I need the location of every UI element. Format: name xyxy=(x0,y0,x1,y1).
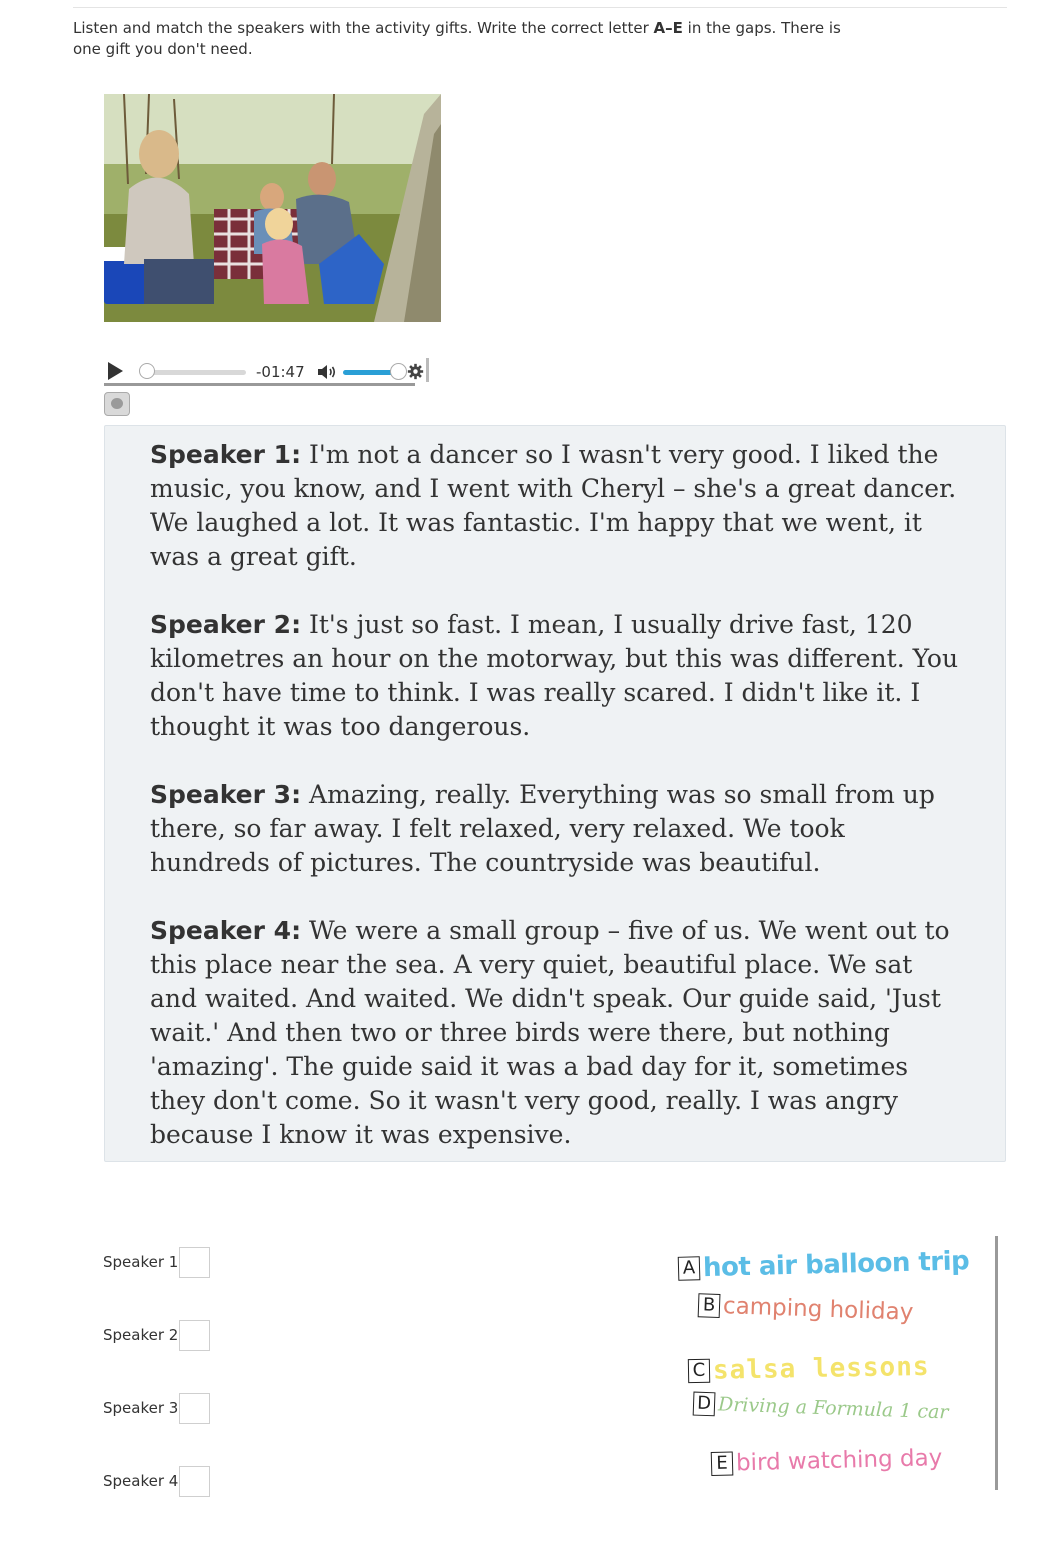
volume-icon[interactable] xyxy=(316,362,338,382)
camping-family-photo xyxy=(104,94,441,322)
transcript-speaker-label: Speaker 3: xyxy=(150,780,302,809)
play-button[interactable] xyxy=(108,362,123,380)
gift-options-image: Ahot air balloon trip Bcamping holiday C… xyxy=(672,1236,1000,1490)
gift-letter: B xyxy=(697,1293,721,1319)
gear-icon[interactable] xyxy=(407,363,424,380)
player-baseline xyxy=(104,383,415,386)
gift-option-a: Ahot air balloon trip xyxy=(677,1246,970,1284)
volume-slider-track[interactable] xyxy=(343,370,395,375)
gift-name: hot air balloon trip xyxy=(702,1246,970,1284)
speech-bubble-icon xyxy=(111,398,123,409)
transcript-paragraph-4: Speaker 4: We were a small group – five … xyxy=(150,914,960,1152)
gift-name: camping holiday xyxy=(722,1293,914,1326)
top-divider xyxy=(73,7,1007,8)
player-end-marker xyxy=(426,358,429,382)
transcript-speaker-label: Speaker 1: xyxy=(150,440,302,469)
gift-option-e: Ebird watching day xyxy=(710,1444,943,1477)
gift-option-b: Bcamping holiday xyxy=(697,1292,914,1326)
gift-letter: C xyxy=(687,1358,711,1384)
audio-player: -01:47 xyxy=(104,356,430,388)
instructions-text-start: Listen and match the speakers with the a… xyxy=(73,19,654,37)
speaker-1-answer-gap[interactable] xyxy=(179,1247,210,1278)
gift-name: salsa lessons xyxy=(712,1351,930,1386)
gift-letter: E xyxy=(710,1451,734,1477)
transcript-paragraph-1: Speaker 1: I'm not a dancer so I wasn't … xyxy=(150,438,960,574)
speaker-2-answer-gap[interactable] xyxy=(179,1320,210,1351)
volume-slider-knob[interactable] xyxy=(389,363,407,380)
speaker-4-answer-gap[interactable] xyxy=(179,1466,210,1497)
remaining-time: -01:47 xyxy=(256,363,305,381)
speaker-3-label: Speaker 3 xyxy=(103,1399,179,1417)
speaker-1-label: Speaker 1 xyxy=(103,1253,179,1271)
transcript-panel: Speaker 1: I'm not a dancer so I wasn't … xyxy=(104,425,1006,1162)
gift-image-border xyxy=(995,1236,998,1490)
transcript-paragraph-3: Speaker 3: Amazing, really. Everything w… xyxy=(150,778,960,880)
transcript-speaker-label: Speaker 4: xyxy=(150,916,302,945)
gift-option-d: D Driving a Formula 1 car xyxy=(692,1391,949,1425)
progress-scrubber[interactable] xyxy=(139,363,155,379)
gift-letter: D xyxy=(692,1391,716,1417)
gift-name: Driving a Formula 1 car xyxy=(717,1393,949,1424)
gift-option-c: Csalsa lessons xyxy=(687,1351,930,1386)
gift-name: bird watching day xyxy=(735,1444,943,1477)
speaker-3-answer-gap[interactable] xyxy=(179,1393,210,1424)
photo-illustration xyxy=(104,94,441,322)
instructions-letter-range: A–E xyxy=(653,19,683,37)
task-instructions: Listen and match the speakers with the a… xyxy=(73,18,863,60)
speaker-4-label: Speaker 4 xyxy=(103,1472,179,1490)
transcript-paragraph-2: Speaker 2: It's just so fast. I mean, I … xyxy=(150,608,960,744)
transcript-text: We were a small group – five of us. We w… xyxy=(150,916,950,1149)
speaker-2-label: Speaker 2 xyxy=(103,1326,179,1344)
transcript-toggle-button[interactable] xyxy=(104,392,130,416)
transcript-speaker-label: Speaker 2: xyxy=(150,610,302,639)
gift-letter: A xyxy=(677,1256,701,1281)
progress-track[interactable] xyxy=(148,370,246,375)
